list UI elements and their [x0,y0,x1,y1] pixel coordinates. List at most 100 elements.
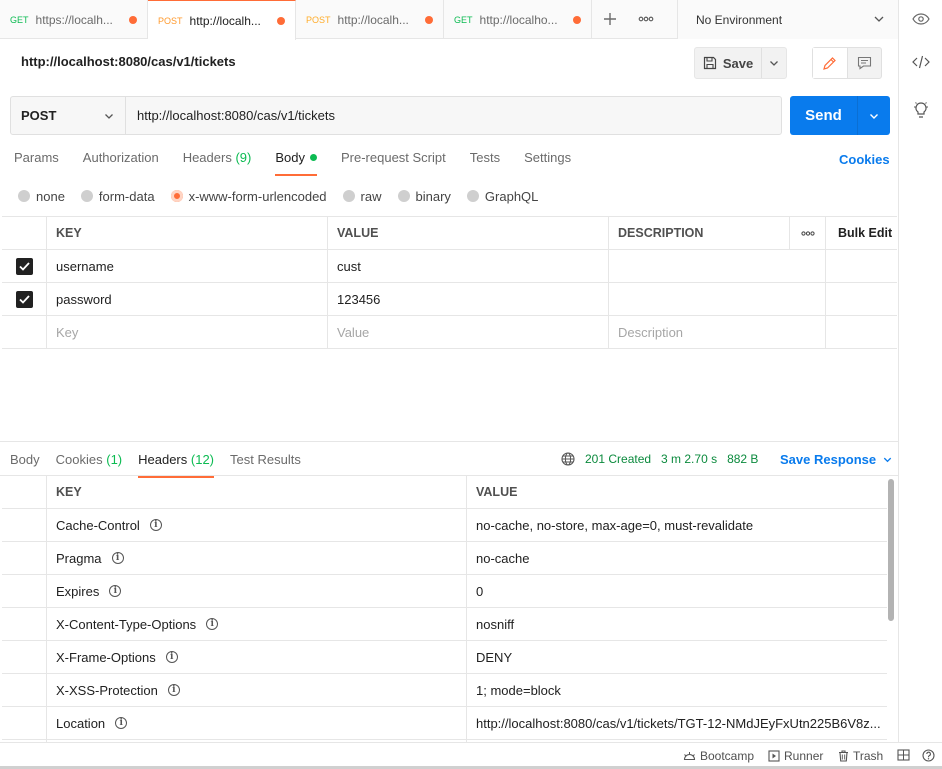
cookies-link[interactable]: Cookies [839,152,890,167]
new-tab-button[interactable] [592,0,628,39]
bootcamp-button[interactable]: Bootcamp [683,749,754,763]
radio-label: GraphQL [484,188,539,204]
info-icon[interactable]: i [165,651,178,663]
info-icon[interactable]: i [115,717,128,729]
info-icon[interactable]: i [149,519,162,531]
status-code[interactable]: 201 Created [585,452,651,466]
response-status: 201 Created 3 m 2.70 s 882 B [561,452,758,466]
tab-authorization[interactable]: Authorization [83,150,159,176]
save-response-label: Save Response [780,452,877,467]
send-options-button[interactable] [858,96,890,135]
param-description[interactable] [609,250,826,282]
new-key-input[interactable]: Key [47,316,328,348]
edit-mode-button[interactable] [813,48,848,78]
trash-button[interactable]: Trash [838,749,883,763]
save-response-button[interactable]: Save Response [780,452,893,467]
globe-icon[interactable] [561,452,575,466]
response-tab-cookies-label: Cookies [55,452,103,467]
param-description[interactable] [609,283,826,315]
response-time[interactable]: 3 m 2.70 s [661,452,717,466]
request-title[interactable]: http://localhost:8080/cas/v1/tickets [21,54,236,69]
comments-button[interactable] [848,48,882,78]
bootcamp-icon [683,752,696,761]
body-type-raw[interactable]: raw [342,189,382,204]
tab-url: http://localh... [189,13,261,28]
param-key[interactable]: username [47,250,328,282]
bulk-edit-button[interactable]: Bulk Edit [826,217,897,249]
response-tabs: Body Cookies (1) Headers (12) Test Resul… [10,452,317,478]
chevron-down-icon [105,114,113,119]
header-key-cell: X-Frame-Options i [47,641,467,673]
row-checkbox[interactable] [15,257,33,275]
status-bar: Bootcamp Runner Trash [0,742,942,769]
tab-settings[interactable]: Settings [524,150,571,176]
method-select[interactable]: POST [11,97,126,134]
tab-headers[interactable]: Headers (9) [183,150,252,176]
column-options-button[interactable] [790,217,826,249]
body-type-binary[interactable]: binary [397,189,451,204]
url-input[interactable] [126,97,781,134]
header-key-cell: Expires i [47,575,467,607]
runner-label: Runner [784,749,824,763]
response-scrollbar[interactable] [888,479,894,621]
row-spacer [826,316,897,348]
tab-options-button[interactable] [628,0,664,39]
response-headers-table: KEY VALUE Cache-Control i no-cache, no-st… [2,476,887,742]
send-button[interactable]: Send [790,96,858,135]
code-icon [912,55,930,69]
body-type-urlencoded[interactable]: x-www-form-urlencoded [170,189,327,204]
chevron-down-icon [883,457,892,463]
help-icon [922,749,935,762]
request-tab[interactable]: GET http://localho... [444,0,592,39]
tab-params[interactable]: Params [14,150,59,176]
trash-label: Trash [853,749,884,763]
table-header-row: KEY VALUE DESCRIPTION Bulk Edit [2,217,897,250]
request-tab[interactable]: GET https://localh... [0,0,148,39]
info-button[interactable] [899,90,942,130]
param-key[interactable]: password [47,283,328,315]
save-button[interactable]: Save [695,48,762,78]
header-key: X-XSS-Protection [56,682,158,698]
environment-quick-look-button[interactable] [899,0,942,38]
runner-button[interactable]: Runner [768,749,823,763]
header-value: http://localhost:8080/cas/v1/tickets/TGT… [476,715,881,731]
body-type-form-data[interactable]: form-data [80,189,155,204]
response-tab-body[interactable]: Body [10,452,40,478]
row-spacer [2,575,47,607]
checkmark-icon [18,261,30,271]
row-checkbox[interactable] [15,290,33,308]
tab-tests[interactable]: Tests [470,150,500,176]
param-value[interactable]: cust [328,250,609,282]
header-spacer [2,476,47,508]
response-tab-headers[interactable]: Headers (12) [138,452,214,478]
response-tab-cookies[interactable]: Cookies (1) [56,452,122,478]
tab-body[interactable]: Body [275,150,317,176]
response-tab-test-results[interactable]: Test Results [230,452,301,478]
tab-url: https://localh... [35,12,113,27]
help-button[interactable] [922,749,935,762]
environment-selector[interactable]: No Environment [677,0,898,39]
header-value: 1; mode=block [476,682,561,698]
header-key-cell: X-Content-Type-Options i [47,608,467,640]
new-value-input[interactable]: Value [328,316,609,348]
save-icon [703,56,716,70]
response-size[interactable]: 882 B [727,452,758,466]
header-key-cell: Location i [47,707,467,739]
info-icon[interactable]: i [109,585,122,597]
tab-prerequest-script[interactable]: Pre-request Script [341,150,446,176]
body-type-none[interactable]: none [18,189,65,204]
body-type-graphql[interactable]: GraphQL [466,188,539,204]
new-description-input[interactable]: Description [609,316,826,348]
info-icon[interactable]: i [206,618,219,630]
radio-icon [342,190,355,202]
info-icon[interactable]: i [111,552,124,564]
header-value: DENY [476,649,513,665]
header-key-cell: Pragma i [47,542,467,574]
param-value[interactable]: 123456 [328,283,609,315]
two-pane-view-button[interactable] [897,749,910,761]
code-snippet-button[interactable] [899,42,942,82]
info-icon[interactable]: i [167,684,180,696]
save-options-button[interactable] [762,48,786,78]
request-tab[interactable]: POST http://localh... [296,0,444,39]
request-tab-active[interactable]: POST http://localh... [148,0,296,40]
